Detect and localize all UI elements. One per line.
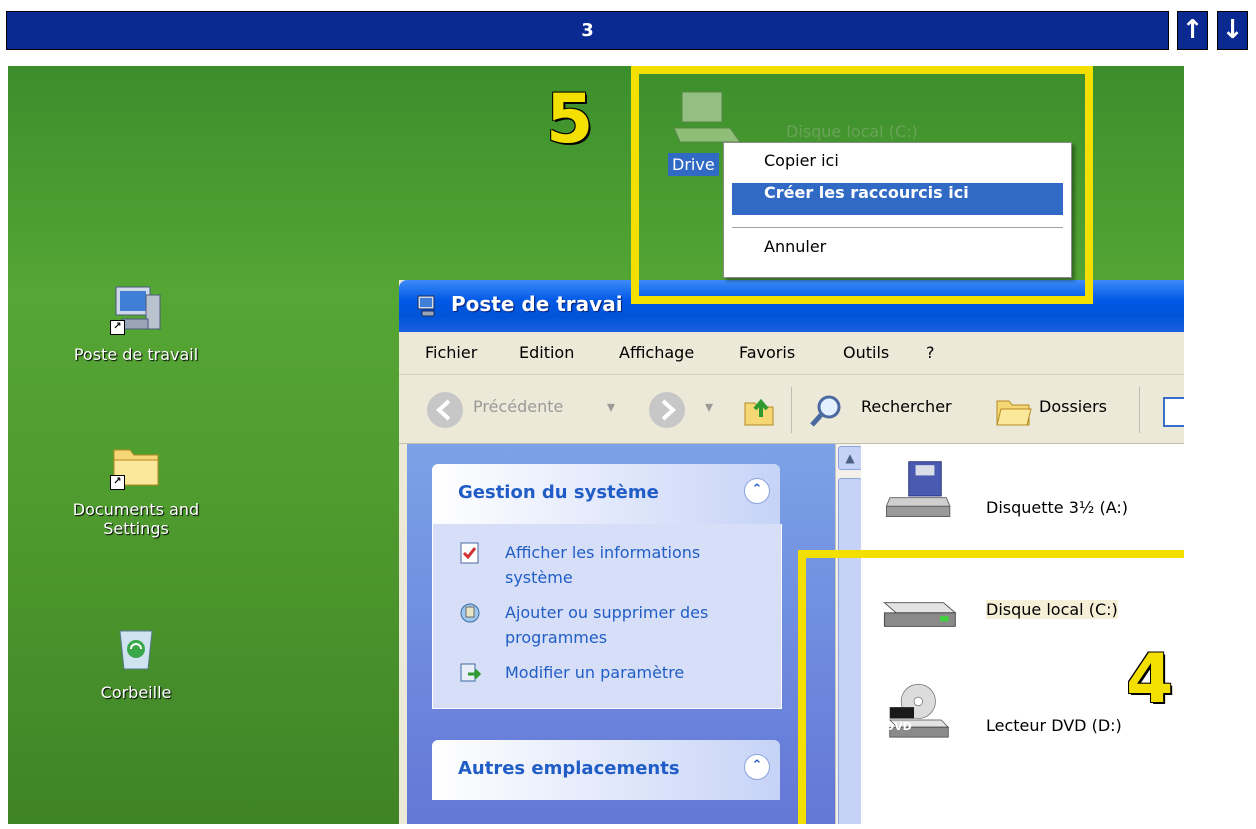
window-title: Poste de travai (451, 292, 623, 316)
drive-item-floppy[interactable]: Disquette 3½ (A:) (861, 452, 1199, 532)
task-ajouter-supprimer-programmes[interactable]: Ajouter ou supprimer des programmes (459, 600, 769, 652)
folder-icon: ↗ (108, 436, 164, 492)
my-computer-icon (417, 295, 435, 317)
desktop-icon-corbeille[interactable]: Corbeille (46, 619, 226, 702)
search-icon[interactable] (807, 391, 847, 435)
desktop-icon-label: Documents and Settings (72, 500, 200, 538)
task-afficher-informations[interactable]: Afficher les informations système (459, 540, 769, 592)
floppy-drive-icon (885, 461, 951, 517)
task-pane: Gestion du système ⌃ Afficher les inform… (407, 444, 835, 824)
task-modifier-parametre[interactable]: Modifier un paramètre (459, 660, 769, 690)
highlight-box-4 (798, 550, 1248, 824)
folders-button[interactable]: Dossiers (1039, 397, 1107, 416)
menu-affichage[interactable]: Affichage (619, 343, 694, 362)
panel-title: Autres emplacements (458, 758, 680, 779)
collapse-chevron-icon[interactable]: ⌃ (744, 478, 770, 504)
panel-gestion-du-systeme-body: Afficher les informations système Ajoute… (432, 524, 782, 709)
back-dropdown-icon[interactable]: ▾ (607, 397, 615, 416)
task-label: Ajouter ou supprimer des programmes (505, 603, 709, 647)
annotation-number-5: 5 (546, 80, 594, 159)
panel-gestion-du-systeme-header[interactable]: Gestion du système ⌃ (432, 464, 780, 524)
menu-bar: Fichier Edition Affichage Favoris Outils… (399, 332, 1199, 375)
recycle-bin-icon (108, 619, 164, 675)
shortcut-arrow-icon: ↗ (110, 320, 125, 335)
toolbar: Précédente ▾ ▾ Rechercher Dossiers (399, 375, 1199, 444)
desktop-icon-label: Corbeille (100, 683, 172, 702)
add-remove-programs-icon (460, 603, 480, 623)
system-info-icon (460, 542, 479, 564)
panel-autres-emplacements-header[interactable]: Autres emplacements ⌃ (432, 740, 780, 800)
menu-outils[interactable]: Outils (843, 343, 889, 362)
menu-favoris[interactable]: Favoris (739, 343, 795, 362)
highlight-box-5 (631, 66, 1093, 304)
folders-icon[interactable] (993, 393, 1033, 433)
menu-edition[interactable]: Edition (519, 343, 574, 362)
desktop-icon-label: Poste de travail (73, 345, 199, 364)
shortcut-arrow-icon: ↗ (110, 475, 125, 490)
back-button[interactable]: Précédente (473, 397, 563, 416)
control-panel-icon (460, 663, 481, 682)
search-button[interactable]: Rechercher (861, 397, 952, 416)
collapse-chevron-icon[interactable]: ⌃ (744, 754, 770, 780)
next-step-button[interactable]: ↓ (1217, 11, 1248, 50)
menu-help[interactable]: ? (926, 343, 935, 362)
scroll-up-arrow-icon[interactable]: ▲ (838, 446, 862, 470)
desktop-screenshot: ↗ Poste de travail ↗ Documents and Setti… (8, 66, 1248, 824)
back-arrow-icon[interactable] (427, 392, 463, 428)
step-bar: 3 (6, 11, 1169, 50)
annotation-number-4: 4 (1126, 640, 1174, 719)
forward-dropdown-icon[interactable]: ▾ (705, 397, 713, 416)
toolbar-separator (791, 387, 792, 433)
task-label: Modifier un paramètre (505, 663, 685, 682)
step-number: 3 (581, 20, 594, 41)
drive-label: Disquette 3½ (A:) (986, 498, 1129, 517)
desktop-icon-poste-de-travail[interactable]: ↗ Poste de travail (46, 281, 226, 364)
torn-edge (1184, 66, 1248, 824)
menu-fichier[interactable]: Fichier (425, 343, 477, 362)
up-folder-icon[interactable] (739, 389, 779, 433)
forward-arrow-icon[interactable] (649, 392, 685, 428)
previous-step-button[interactable]: ↑ (1177, 11, 1208, 50)
my-computer-icon: ↗ (108, 281, 164, 337)
desktop-icon-documents-and-settings[interactable]: ↗ Documents and Settings (46, 436, 226, 538)
task-label: Afficher les informations système (505, 543, 701, 587)
panel-title: Gestion du système (458, 482, 659, 503)
toolbar-separator (1139, 387, 1140, 433)
